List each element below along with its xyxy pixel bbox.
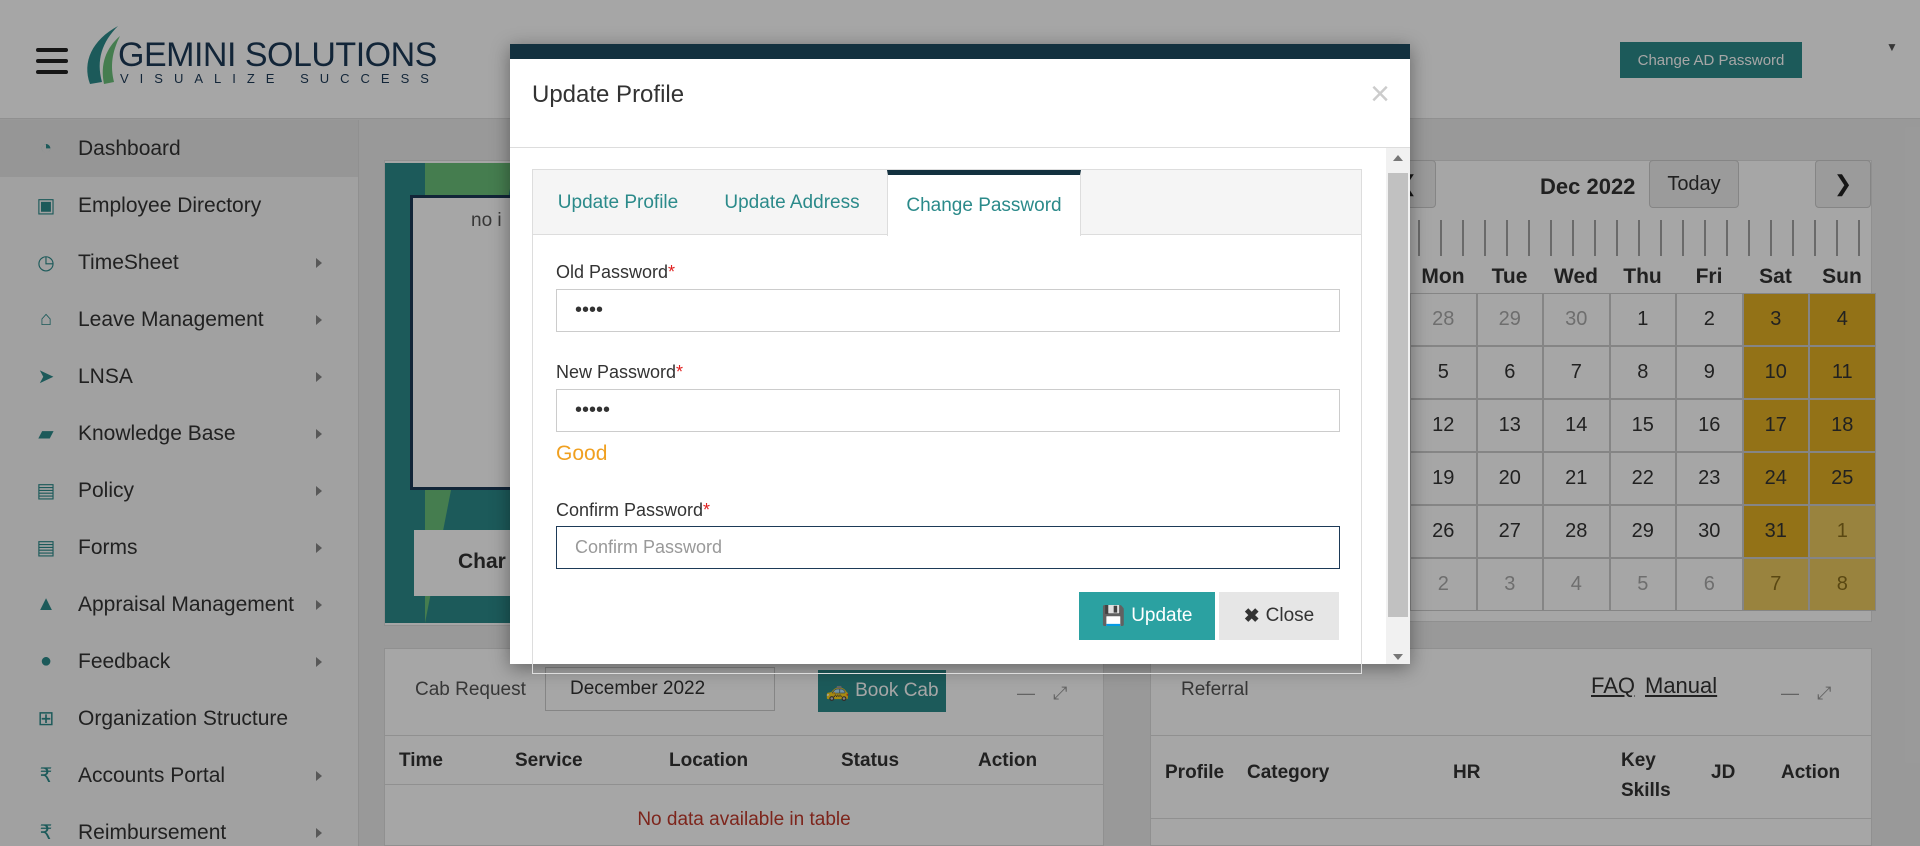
new-password-label: New Password*: [556, 362, 683, 383]
tab-update-profile[interactable]: Update Profile: [533, 170, 703, 235]
modal-divider: [510, 147, 1410, 148]
profile-tabs: Update Profile Update Address Change Pas…: [532, 169, 1362, 236]
scroll-up-arrow-icon[interactable]: [1393, 155, 1403, 161]
close-x-icon: ✖: [1243, 605, 1260, 627]
confirm-password-label-text: Confirm Password: [556, 500, 704, 520]
close-icon[interactable]: ×: [1370, 77, 1390, 111]
required-mark: *: [703, 500, 711, 520]
close-button[interactable]: ✖ Close: [1219, 592, 1339, 640]
tab-update-address[interactable]: Update Address: [703, 170, 881, 235]
new-password-field[interactable]: [556, 389, 1340, 432]
save-icon: 💾: [1101, 606, 1126, 627]
tab-change-password[interactable]: Change Password: [887, 170, 1081, 236]
old-password-field[interactable]: [556, 289, 1340, 332]
update-button[interactable]: 💾 Update: [1079, 592, 1215, 640]
change-password-form: Old Password* New Password* Good Confirm…: [532, 234, 1362, 674]
confirm-password-label: Confirm Password*: [556, 500, 710, 521]
update-profile-modal: Update Profile × Update Profile Update A…: [510, 44, 1410, 674]
required-mark: *: [676, 362, 684, 382]
confirm-password-field[interactable]: [556, 526, 1340, 569]
close-button-label: Close: [1265, 605, 1315, 626]
required-mark: *: [668, 262, 676, 282]
password-strength-indicator: Good: [556, 442, 608, 465]
new-password-label-text: New Password: [556, 362, 677, 382]
old-password-label-text: Old Password: [556, 262, 669, 282]
old-password-label: Old Password*: [556, 262, 675, 283]
modal-scrollbar-thumb[interactable]: [1388, 173, 1408, 617]
scroll-down-arrow-icon[interactable]: [1393, 654, 1403, 660]
update-button-label: Update: [1131, 605, 1193, 626]
modal-title: Update Profile: [532, 81, 685, 108]
